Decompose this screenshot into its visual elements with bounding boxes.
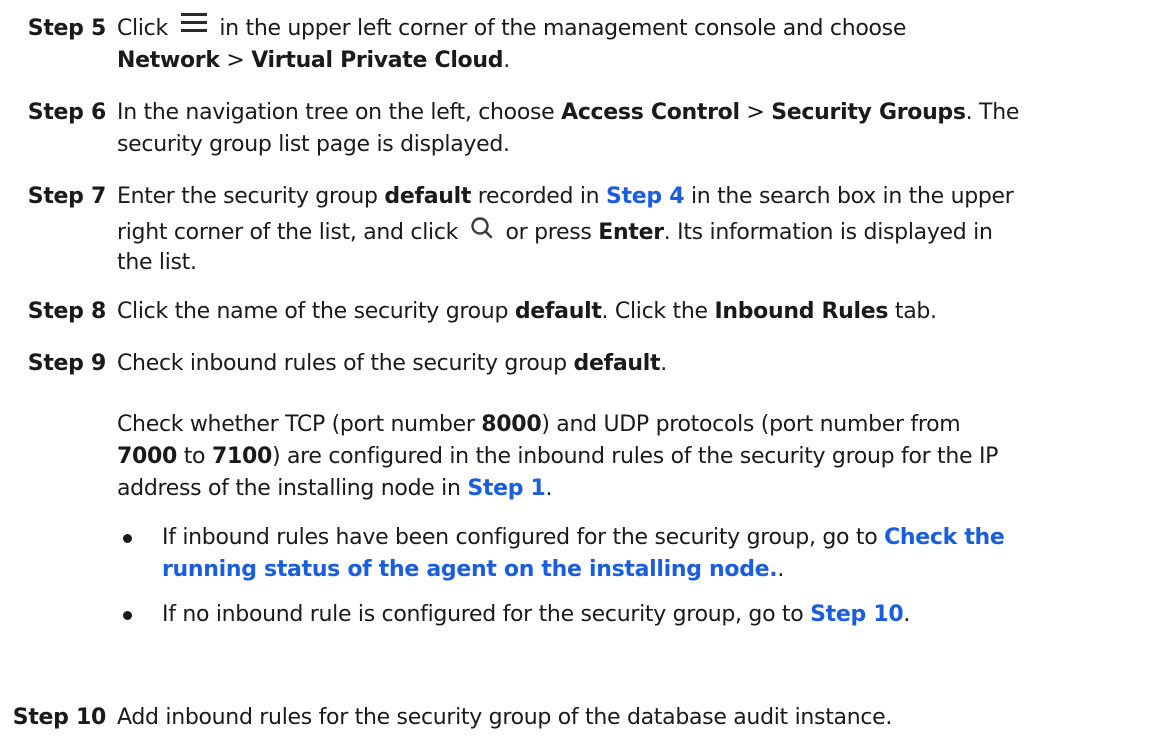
- menu-icon: [180, 13, 207, 33]
- link-check-agent-status-cont[interactable]: running status of the agent on the insta…: [162, 557, 778, 582]
- menu-path-access-control: Access Control: [561, 100, 740, 125]
- tab-inbound-rules: Inbound Rules: [714, 299, 889, 324]
- text: Check inbound rules of the security grou…: [117, 351, 567, 376]
- text: . Its information is displayed in: [663, 220, 993, 245]
- menu-path-security-groups: Security Groups: [771, 100, 966, 125]
- link-step-10[interactable]: Step 10: [810, 602, 904, 627]
- menu-path-network: Network: [117, 48, 220, 73]
- text: Enter the security group: [117, 184, 378, 209]
- bullet-icon: [123, 534, 132, 543]
- text: tab.: [894, 299, 937, 324]
- path-separator: >: [226, 48, 245, 73]
- text: If no inbound rule is configured for the…: [162, 602, 804, 627]
- step-body: Check inbound rules of the security grou…: [117, 348, 1172, 380]
- text: . The: [965, 100, 1020, 125]
- text: to: [183, 444, 206, 469]
- step-label: Step 10: [12, 705, 107, 730]
- bullet-icon: [123, 611, 132, 620]
- link-step-1[interactable]: Step 1: [467, 476, 546, 501]
- text: In the navigation tree on the left, choo…: [117, 100, 555, 125]
- text: .: [545, 476, 553, 501]
- step-label: Step 5: [27, 16, 107, 41]
- link-check-agent-status[interactable]: Check the: [884, 525, 1005, 550]
- text: in the upper left corner of the manageme…: [219, 16, 907, 41]
- text: security group list page is displayed.: [117, 132, 510, 157]
- text: in the search box in the upper: [690, 184, 1014, 209]
- step-label: Step 9: [27, 351, 107, 376]
- term-default: default: [384, 184, 472, 209]
- term-default: default: [573, 351, 661, 376]
- text: .: [777, 557, 785, 582]
- search-icon: [471, 217, 493, 239]
- port-7100: 7100: [211, 444, 272, 469]
- text: the list.: [117, 250, 197, 275]
- port-7000: 7000: [117, 444, 178, 469]
- text: recorded in: [477, 184, 600, 209]
- term-default: default: [514, 299, 602, 324]
- step-label: Step 8: [27, 299, 107, 324]
- step-label: Step 6: [27, 100, 107, 125]
- text: .: [903, 602, 911, 627]
- document-page: Step 5 Click in the upper left corner of…: [0, 0, 1176, 749]
- text: If inbound rules have been configured fo…: [162, 525, 878, 550]
- text: ) are configured in the inbound rules of…: [271, 444, 999, 469]
- step-body: Click the name of the security group def…: [117, 296, 1172, 328]
- path-separator: >: [746, 100, 765, 125]
- text: address of the installing node in: [117, 476, 461, 501]
- step-body: In the navigation tree on the left, choo…: [117, 97, 1172, 161]
- text: . Click the: [601, 299, 709, 324]
- menu-path-vpc: Virtual Private Cloud: [251, 48, 504, 73]
- step-body: Enter the security group default recorde…: [117, 181, 1172, 279]
- text: Click the name of the security group: [117, 299, 509, 324]
- step-label: Step 7: [27, 184, 107, 209]
- text: or press: [505, 220, 592, 245]
- link-step-4[interactable]: Step 4: [606, 184, 685, 209]
- text: Click: [117, 16, 168, 41]
- port-8000: 8000: [481, 412, 542, 437]
- text: .: [503, 48, 510, 73]
- text: Check whether TCP (port number: [117, 412, 475, 437]
- text: ) and UDP protocols (port number from: [541, 412, 961, 437]
- text: right corner of the list, and click: [117, 220, 459, 245]
- step-body: Add inbound rules for the security group…: [117, 702, 1172, 734]
- step-9-paragraph: Check whether TCP (port number 8000) and…: [117, 409, 1172, 505]
- text: Add inbound rules for the security group…: [117, 705, 893, 730]
- step-body: Click in the upper left corner of the ma…: [117, 13, 1172, 77]
- key-enter: Enter: [598, 220, 664, 245]
- text: .: [660, 351, 667, 376]
